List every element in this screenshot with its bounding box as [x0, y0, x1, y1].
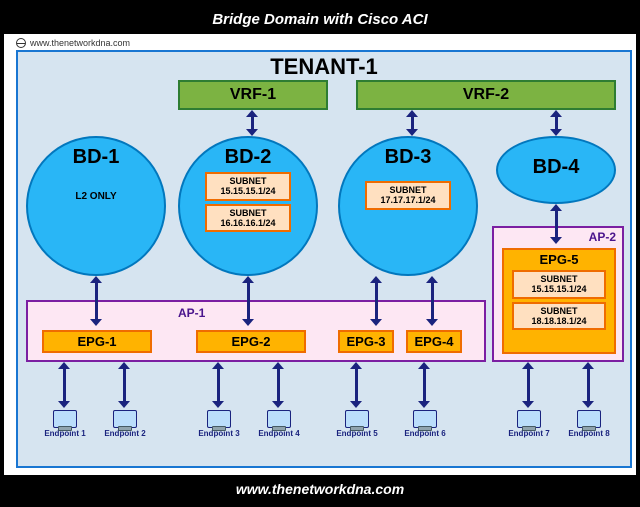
endpoint-8: Endpoint 8 — [562, 410, 616, 438]
arrow-epg5-ep7 — [522, 362, 534, 408]
arrow-epg1-ep1 — [58, 362, 70, 408]
bd-4: BD-4 — [496, 136, 616, 204]
computer-icon — [577, 410, 601, 428]
arrow-epg3-ep5 — [350, 362, 362, 408]
endpoint-2: Endpoint 2 — [98, 410, 152, 438]
epg-5-subnet-1: SUBNET15.15.15.1/24 — [512, 270, 606, 299]
bd-3: BD-3 SUBNET17.17.17.1/24 — [338, 136, 478, 276]
arrow-epg2-ep3 — [212, 362, 224, 408]
arrow-bd4-epg5 — [550, 204, 562, 244]
computer-icon — [267, 410, 291, 428]
arrow-vrf2-bd3 — [406, 110, 418, 136]
vrf-2: VRF-2 — [356, 80, 616, 110]
arrow-epg4-ep6 — [418, 362, 430, 408]
epg-1-label: EPG-1 — [77, 334, 116, 349]
epg-5: EPG-5 SUBNET15.15.15.1/24 SUBNET18.18.18… — [502, 248, 616, 354]
vrf-1: VRF-1 — [178, 80, 328, 110]
endpoint-5: Endpoint 5 — [330, 410, 384, 438]
footer-text: www.thenetworkdna.com — [236, 481, 404, 497]
ap-2-label: AP-2 — [589, 230, 616, 244]
ap-1-label: AP-1 — [178, 306, 205, 320]
computer-icon — [413, 410, 437, 428]
epg-4-label: EPG-4 — [414, 334, 453, 349]
vrf-2-label: VRF-2 — [463, 86, 509, 103]
bd-2-subnet-1: SUBNET15.15.15.1/24 — [205, 172, 291, 201]
footer-bar: www.thenetworkdna.com — [4, 475, 636, 503]
vrf-1-label: VRF-1 — [230, 86, 276, 103]
epg-1: EPG-1 — [42, 330, 152, 353]
bd-1-label: BD-1 — [73, 146, 120, 169]
bd-2-label: BD-2 — [225, 146, 272, 169]
computer-icon — [53, 410, 77, 428]
title-bar: Bridge Domain with Cisco ACI — [4, 4, 636, 34]
computer-icon — [517, 410, 541, 428]
bd-2-subnet-2: SUBNET16.16.16.1/24 — [205, 204, 291, 233]
source-url-top: www.thenetworkdna.com — [16, 38, 130, 48]
endpoint-1: Endpoint 1 — [38, 410, 92, 438]
bd-3-label: BD-3 — [385, 146, 432, 169]
bd-1: BD-1 L2 ONLY — [26, 136, 166, 276]
computer-icon — [113, 410, 137, 428]
arrow-epg2-ep4 — [272, 362, 284, 408]
tenant-label: TENANT-1 — [18, 54, 630, 80]
tenant-container: TENANT-1 VRF-1 VRF-2 BD-1 L2 ONLY BD-2 S… — [16, 50, 632, 468]
arrow-vrf1-bd2 — [246, 110, 258, 136]
epg-3: EPG-3 — [338, 330, 394, 353]
endpoint-4: Endpoint 4 — [252, 410, 306, 438]
computer-icon — [207, 410, 231, 428]
endpoint-6: Endpoint 6 — [398, 410, 452, 438]
arrow-epg5-ep8 — [582, 362, 594, 408]
epg-5-subnet-2: SUBNET18.18.18.1/24 — [512, 302, 606, 331]
bd-3-subnet-1: SUBNET17.17.17.1/24 — [365, 181, 451, 210]
epg-4: EPG-4 — [406, 330, 462, 353]
epg-2: EPG-2 — [196, 330, 306, 353]
url-text: www.thenetworkdna.com — [30, 38, 130, 48]
endpoint-7: Endpoint 7 — [502, 410, 556, 438]
endpoint-3: Endpoint 3 — [192, 410, 246, 438]
epg-2-label: EPG-2 — [231, 334, 270, 349]
computer-icon — [345, 410, 369, 428]
arrow-bd3-epg3 — [370, 276, 382, 326]
bd-4-label: BD-4 — [533, 156, 580, 179]
arrow-vrf2-bd4 — [550, 110, 562, 136]
arrow-epg1-ep2 — [118, 362, 130, 408]
arrow-bd2-epg2 — [242, 276, 254, 326]
epg-5-label: EPG-5 — [539, 252, 578, 267]
arrow-bd3-epg4 — [426, 276, 438, 326]
arrow-bd1-epg1 — [90, 276, 102, 326]
title-text: Bridge Domain with Cisco ACI — [212, 11, 427, 28]
ap-2: AP-2 EPG-5 SUBNET15.15.15.1/24 SUBNET18.… — [492, 226, 624, 362]
epg-3-label: EPG-3 — [346, 334, 385, 349]
bd-1-note: L2 ONLY — [75, 191, 116, 202]
diagram-frame: Bridge Domain with Cisco ACI www.thenetw… — [0, 0, 640, 507]
bd-2: BD-2 SUBNET15.15.15.1/24 SUBNET16.16.16.… — [178, 136, 318, 276]
globe-icon — [16, 38, 26, 48]
